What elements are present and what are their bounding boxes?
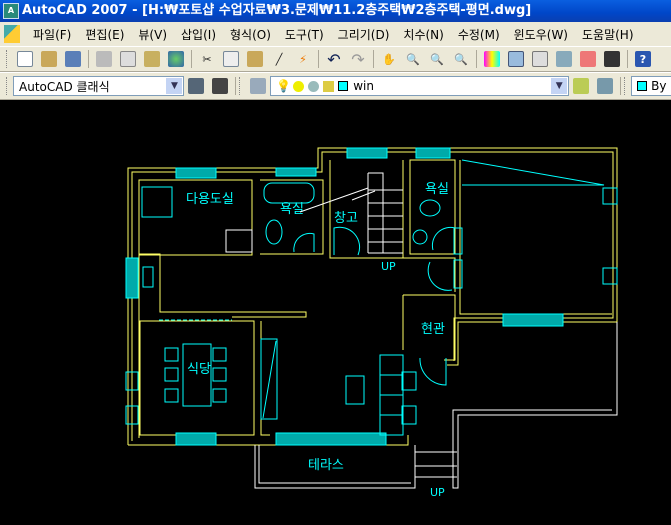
drawing-canvas[interactable]: 다용도실 욕실 창고 욕실 식당 현관 테라스 UP UP: [0, 100, 671, 522]
color-select[interactable]: By: [631, 76, 671, 96]
save-icon[interactable]: [65, 51, 81, 67]
menu-help[interactable]: 도움말(H): [575, 26, 641, 43]
window-title: AutoCAD 2007 - [H:₩포토샵 수업자료₩3.문제₩11.2층주택…: [22, 3, 532, 18]
room-label-entrance: 현관: [421, 322, 445, 337]
title-bar: A AutoCAD 2007 - [H:₩포토샵 수업자료₩3.문제₩11.2층주…: [0, 0, 671, 22]
toolbar-grip[interactable]: [239, 77, 242, 95]
print-icon[interactable]: [96, 51, 112, 67]
web-icon[interactable]: [168, 51, 184, 67]
menu-draw[interactable]: 그리기(D): [331, 26, 397, 43]
publish-icon[interactable]: [144, 51, 160, 67]
design-center-icon[interactable]: [508, 51, 524, 67]
match-properties-icon[interactable]: ╱: [271, 51, 287, 67]
menu-format[interactable]: 형식(O): [223, 26, 278, 43]
properties-icon[interactable]: [484, 51, 500, 67]
menu-modify[interactable]: 수정(M): [451, 26, 507, 43]
viewport-freeze-icon: [308, 80, 320, 92]
tool-palettes-icon[interactable]: [532, 51, 548, 67]
stair-up-label: UP: [381, 260, 396, 273]
layer-previous-icon[interactable]: [597, 78, 614, 94]
menu-file[interactable]: 파일(F): [26, 26, 78, 43]
menu-dimension[interactable]: 치수(N): [396, 26, 450, 43]
help-icon[interactable]: ?: [635, 51, 651, 67]
markup-icon[interactable]: [580, 51, 596, 67]
toolbar-grip[interactable]: [624, 77, 627, 95]
room-label-dining: 식당: [187, 362, 211, 377]
toolbar-grip[interactable]: [6, 50, 9, 68]
lightbulb-icon: 💡: [276, 79, 292, 93]
zoom-previous-icon[interactable]: 🔍: [453, 51, 469, 67]
lock-icon: [323, 80, 335, 92]
freeze-icon: [293, 80, 305, 92]
toolbar-grip[interactable]: [6, 77, 9, 95]
make-object-layer-current-icon[interactable]: [573, 78, 590, 94]
color-value: By: [651, 79, 667, 93]
cut-icon[interactable]: ✂: [199, 51, 215, 67]
autocad-app-icon: A: [3, 3, 19, 19]
new-icon[interactable]: [17, 51, 33, 67]
block-editor-icon[interactable]: ⚡: [295, 51, 311, 67]
workspace-save-icon[interactable]: [212, 78, 229, 94]
layer-value: win: [353, 79, 374, 93]
color-swatch: [637, 81, 648, 91]
paste-icon[interactable]: [247, 51, 263, 67]
plot-preview-icon[interactable]: [120, 51, 136, 67]
room-label-terrace: 테라스: [308, 458, 344, 473]
chevron-down-icon[interactable]: ▼: [166, 78, 183, 94]
room-label-bathroom-2: 욕실: [425, 182, 449, 197]
menu-insert[interactable]: 삽입(I): [174, 26, 223, 43]
zoom-realtime-icon[interactable]: 🔍: [405, 51, 421, 67]
layer-color-swatch: [338, 81, 349, 91]
workspace-settings-icon[interactable]: [188, 78, 205, 94]
redo-icon[interactable]: ↷: [350, 50, 366, 69]
windows-doors: 다용도실 욕실 창고 욕실 식당 현관 테라스 UP UP: [125, 147, 618, 499]
menu-tools[interactable]: 도구(T): [278, 26, 331, 43]
undo-icon[interactable]: ↶: [326, 50, 342, 69]
standard-toolbar: ✂ ╱ ⚡ ↶ ↷ ✋ 🔍 🔍 🔍 ?: [0, 46, 671, 72]
layer-select[interactable]: 💡 win ▼: [270, 76, 570, 96]
room-label-storage: 창고: [334, 211, 358, 226]
pan-icon[interactable]: ✋: [381, 51, 397, 67]
room-label-bathroom-1: 욕실: [280, 202, 304, 217]
room-label-utility: 다용도실: [186, 192, 234, 207]
menu-window[interactable]: 윈도우(W): [507, 26, 575, 43]
menu-edit[interactable]: 편집(E): [78, 26, 131, 43]
menu-bar: 파일(F) 편집(E) 뷰(V) 삽입(I) 형식(O) 도구(T) 그리기(D…: [0, 22, 671, 46]
entry-up-label: UP: [430, 486, 445, 499]
copy-icon[interactable]: [223, 51, 239, 67]
sheet-set-icon[interactable]: [556, 51, 572, 67]
document-icon[interactable]: [4, 25, 20, 43]
calculator-icon[interactable]: [604, 51, 620, 67]
zoom-window-icon[interactable]: 🔍: [429, 51, 445, 67]
workspace-layer-toolbar: AutoCAD 클래식 ▼ 💡 win ▼ By: [0, 72, 671, 100]
chevron-down-icon[interactable]: ▼: [551, 78, 568, 94]
layer-manager-icon[interactable]: [250, 78, 267, 94]
open-icon[interactable]: [41, 51, 57, 67]
workspace-select[interactable]: AutoCAD 클래식 ▼: [13, 76, 185, 96]
workspace-value: AutoCAD 클래식: [19, 79, 110, 94]
menu-view[interactable]: 뷰(V): [131, 26, 174, 43]
floor-plan: 다용도실 욕실 창고 욕실 식당 현관 테라스 UP UP: [125, 147, 618, 499]
